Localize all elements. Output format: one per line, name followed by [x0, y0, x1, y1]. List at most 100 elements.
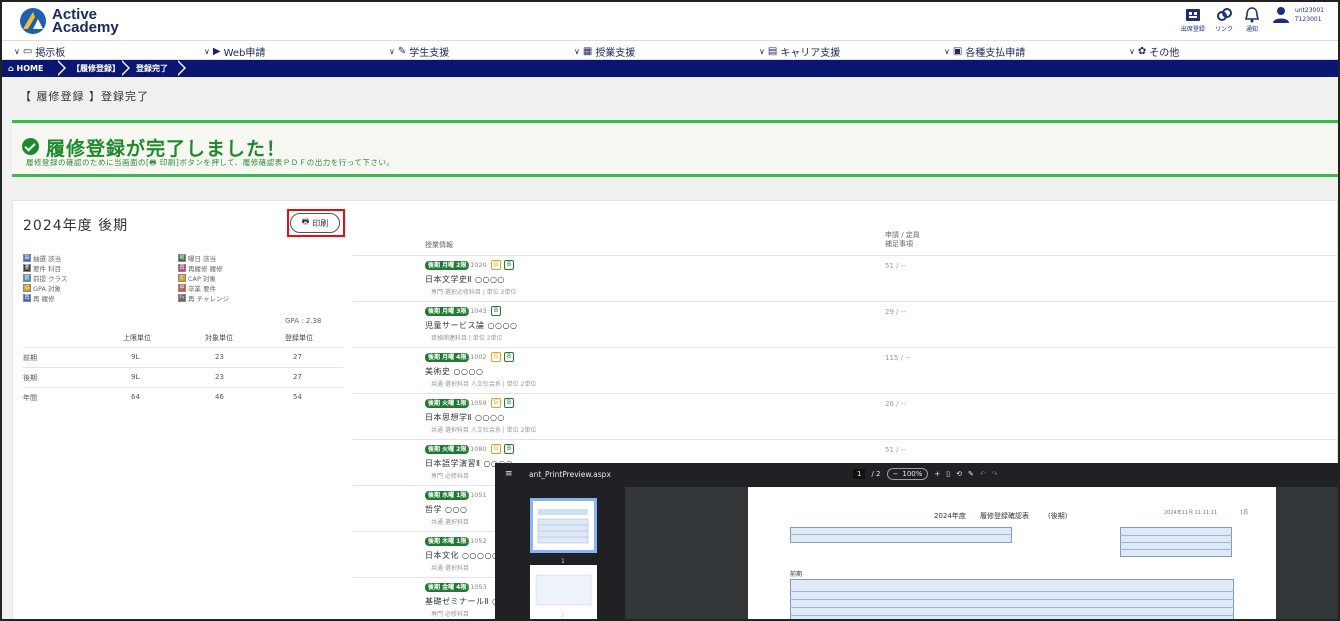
course-schedule-tag: 後期 水曜 1限: [425, 491, 470, 500]
chevron-down-icon: ∨: [14, 47, 20, 56]
notification-button[interactable]: 通知: [1243, 6, 1261, 33]
course-code: 11059: [466, 399, 487, 407]
link-label: リンク: [1214, 26, 1233, 33]
breadcrumb-arrow: [176, 60, 184, 76]
course-schedule-tag: 後期 火曜 1限: [425, 399, 470, 408]
menu-student[interactable]: ∨ ✎ 学生支援: [389, 44, 449, 59]
course-count: 51 / --: [885, 262, 906, 270]
fit-page-icon[interactable]: ▯: [946, 470, 950, 478]
user-menu[interactable]: unt23001 T123001: [1271, 6, 1324, 24]
pdf-table-line: [790, 591, 1234, 592]
course-detail: 共通 選択科目 人文社会系 | 単位 2単位: [431, 381, 537, 388]
course-count: 51 / --: [885, 446, 906, 454]
summary-cell: 27: [293, 353, 302, 361]
course-badge: G: [491, 260, 501, 270]
breadcrumb-home[interactable]: ⌂ HOME: [8, 60, 43, 77]
course-code: 11051: [466, 491, 487, 499]
menu-class[interactable]: ∨ ▦ 授業支援: [574, 44, 635, 59]
chevron-down-icon: ∨: [759, 47, 765, 56]
course-code: 11002: [466, 353, 487, 361]
banner-bottom-line: [12, 174, 1338, 177]
check-icon: [22, 138, 39, 155]
class-icon: ▦: [582, 46, 593, 57]
pdf-page-input[interactable]: 1: [853, 469, 866, 479]
course-name: 美術史 ○○○○: [425, 367, 484, 376]
course-count: 26 / --: [885, 400, 906, 408]
course-code: 11043: [466, 307, 487, 315]
chevron-down-icon: ∨: [574, 47, 580, 56]
logo[interactable]: Active Academy: [18, 5, 119, 37]
summary-cell: 23: [215, 353, 224, 361]
summary-cell: 46: [215, 393, 224, 401]
pdf-table-line: [790, 534, 1012, 535]
legend-mark: 前: [23, 274, 31, 282]
user-icon: [1272, 7, 1289, 23]
banner-subtitle: 履修登録の確認のために当画面の[🖶 印刷]ボタンを押して、履修確認表ＰＤＦの出力…: [26, 158, 395, 167]
legend-item: 再再 履修: [23, 293, 55, 303]
course-row[interactable]: 後期 月曜 4限 11002 G B 美術史 ○○○○ 共通 選択科目 人文社会…: [353, 347, 1338, 393]
zoom-in-icon[interactable]: +: [934, 470, 940, 478]
menu-web[interactable]: ∨ ▶ Web申請: [204, 44, 265, 59]
course-name: 哲学 ○○○: [425, 505, 468, 514]
course-schedule-tag: 後期 月曜 3限: [425, 307, 470, 316]
redo-icon[interactable]: ↷: [992, 470, 998, 478]
legend-item: 抽抽選 該当: [23, 253, 61, 263]
logo-line2: Academy: [52, 19, 119, 36]
course-code: 11020: [466, 261, 487, 269]
bell-icon: [1244, 7, 1259, 23]
legend-label: 抽選 該当: [33, 255, 62, 263]
pdf-thumbnail[interactable]: [530, 498, 597, 553]
pdf-section-label: 前期: [790, 571, 803, 578]
highlight-icon[interactable]: ✎: [968, 470, 974, 478]
legend-mark: 抽: [23, 254, 31, 262]
course-badge: B: [491, 306, 501, 316]
summary-cell: 54: [293, 393, 302, 401]
course-schedule-tag: 後期 木曜 1限: [425, 537, 470, 546]
legend-mark: C: [178, 274, 186, 282]
print-label: 印刷: [312, 218, 329, 228]
course-row[interactable]: 後期 月曜 3限 11043 B 児童サービス論 ○○○○ 資格関連科目 | 単…: [353, 301, 1338, 347]
course-detail: 共通 選択科目: [431, 519, 469, 526]
link-button[interactable]: リンク: [1215, 6, 1233, 33]
menu-career[interactable]: ∨ ▤ キャリア支援: [759, 44, 840, 59]
chevron-down-icon: ∨: [389, 47, 395, 56]
course-row[interactable]: 後期 火曜 1限 11059 G B 日本思想学Ⅱ ○○○○ 共通 選択科目 人…: [353, 393, 1338, 439]
undo-icon[interactable]: ↶: [980, 470, 986, 478]
pdf-zoom-control[interactable]: − 100%: [886, 468, 929, 480]
pdf-table-line: [1120, 535, 1232, 536]
breadcrumb-registration[interactable]: 【履修登録】: [72, 60, 120, 77]
gpa-value: GPA : 2.38: [285, 317, 322, 325]
rotate-icon[interactable]: ⟲: [956, 470, 962, 478]
breadcrumb-complete: 登録完了: [136, 60, 168, 77]
attendance-button[interactable]: 出席登録: [1181, 6, 1205, 33]
pdf-table-line: [790, 607, 1234, 608]
pdf-title: ant_PrintPreview.aspx: [529, 470, 611, 479]
course-badge: B: [504, 352, 514, 362]
course-badge: B: [504, 398, 514, 408]
menu-other[interactable]: ∨ ✿ その他: [1129, 44, 1179, 59]
menu-board[interactable]: ∨ ▭ 掲示板: [14, 44, 65, 59]
pdf-thumbnail-number: 2: [561, 612, 565, 619]
term-title: 2024年度 後期: [23, 218, 129, 234]
print-button[interactable]: 🖶 印刷: [290, 213, 340, 233]
menu-label: 掲示板: [35, 48, 66, 59]
pdf-page: 2024年度 履修登録確認表 (後期) 2024年11月 11:11:11 1頁…: [748, 487, 1276, 619]
pdf-doc-date: 2024年11月 11:11:11: [1164, 510, 1218, 516]
pdf-table-line: [790, 615, 1234, 616]
course-row[interactable]: 後期 月曜 2限 11020 G B 日本文学史Ⅱ ○○○○ 専門 選択必修科目…: [353, 255, 1338, 301]
menu-icon[interactable]: ≡: [505, 469, 513, 479]
course-badge: B: [504, 260, 514, 270]
menu-label: キャリア支援: [780, 48, 841, 59]
course-badge: G: [491, 352, 501, 362]
pdf-doc-year: 2024年度: [934, 512, 966, 520]
zoom-out-icon[interactable]: −: [893, 470, 899, 478]
home-icon: ⌂: [8, 64, 14, 73]
legend-item: 要要件 科目: [23, 263, 61, 273]
menu-payment[interactable]: ∨ ▣ 各種支払申請: [944, 44, 1025, 59]
legend-label: 前提 クラス: [33, 275, 68, 283]
course-code: 11052: [466, 537, 487, 545]
summary-label: 後期: [23, 374, 37, 382]
legend-item: 前前提 クラス: [23, 273, 67, 283]
course-schedule-tag: 後期 火曜 2限: [425, 445, 470, 454]
legend-item: ﾁｬ再 チャレンジ: [178, 293, 229, 303]
